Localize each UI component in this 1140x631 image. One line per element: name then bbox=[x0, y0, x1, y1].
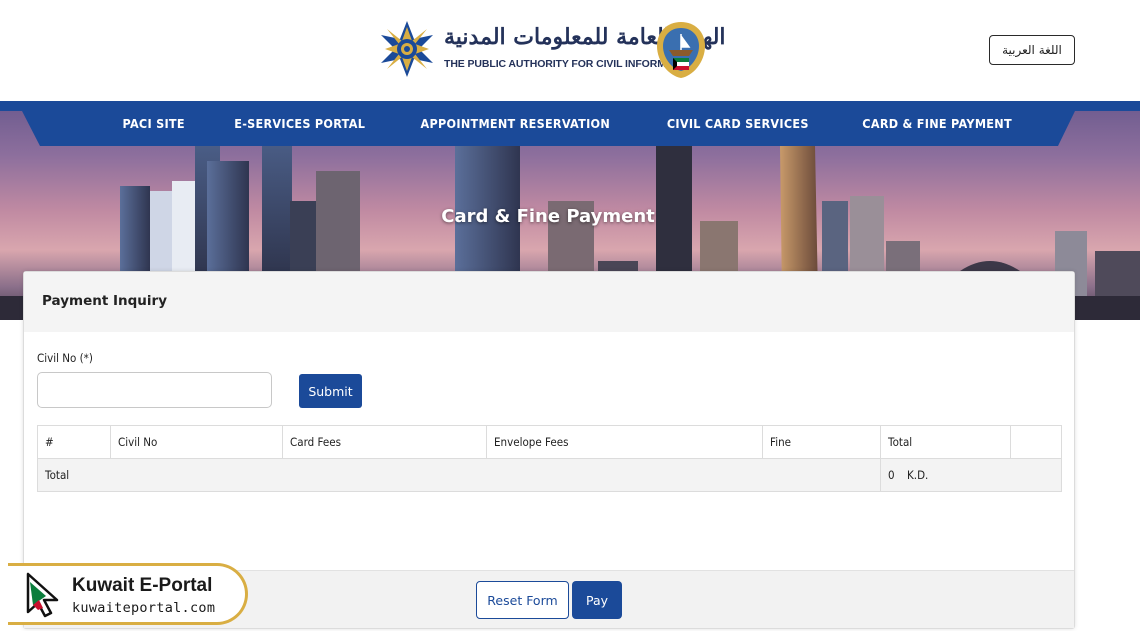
arabic-language-button[interactable]: اللغة العربية bbox=[989, 35, 1075, 65]
total-currency: K.D. bbox=[907, 468, 929, 482]
cursor-logo-icon bbox=[26, 572, 59, 618]
nav-item-card-fine-payment[interactable]: CARD & FINE PAYMENT bbox=[846, 116, 1030, 131]
page: الهيئة العامة للمعلومات المدنية THE PUBL… bbox=[0, 0, 1140, 631]
table-header-row: # Civil No Card Fees Envelope Fees Fine … bbox=[37, 425, 1062, 459]
column-header-civil-no: Civil No bbox=[109, 425, 283, 459]
reset-form-button[interactable]: Reset Form bbox=[476, 581, 569, 619]
main-navigation: PACI SITE E-SERVICES PORTAL APPOINTMENT … bbox=[0, 101, 1140, 146]
civil-no-input[interactable] bbox=[37, 372, 272, 408]
card-title: Payment Inquiry bbox=[42, 293, 168, 309]
total-amount: 0 bbox=[888, 468, 895, 482]
watermark-url: kuwaiteportal.com bbox=[72, 600, 216, 616]
paci-logo[interactable]: الهيئة العامة للمعلومات المدنية THE PUBL… bbox=[378, 18, 726, 80]
pay-button[interactable]: Pay bbox=[572, 581, 622, 619]
column-header-index: # bbox=[37, 425, 111, 459]
column-header-card-fees: Card Fees bbox=[281, 425, 487, 459]
kuwait-e-portal-watermark: Kuwait E-Portal kuwaiteportal.com bbox=[8, 563, 248, 625]
column-header-envelope-fees: Envelope Fees bbox=[485, 425, 764, 459]
site-header: الهيئة العامة للمعلومات المدنية THE PUBL… bbox=[0, 0, 1140, 101]
nav-item-e-services-portal[interactable]: E-SERVICES PORTAL bbox=[217, 116, 382, 131]
payment-results-table: # Civil No Card Fees Envelope Fees Fine … bbox=[36, 425, 1062, 492]
column-header-fine: Fine bbox=[762, 425, 882, 459]
kuwait-emblem-icon bbox=[657, 22, 705, 78]
table-total-row: Total 0 K.D. bbox=[36, 458, 1062, 492]
total-label-cell: Total bbox=[36, 458, 882, 492]
nav-item-appointment-reservation[interactable]: APPOINTMENT RESERVATION bbox=[404, 116, 628, 131]
banner-title: Card & Fine Payment bbox=[441, 206, 655, 227]
civil-no-label: Civil No (*) bbox=[37, 351, 93, 365]
column-header-total: Total bbox=[880, 425, 1012, 459]
star-emblem-icon bbox=[381, 21, 433, 77]
watermark-title: Kuwait E-Portal bbox=[72, 575, 213, 596]
card-header: Payment Inquiry bbox=[24, 272, 1074, 332]
column-header-action bbox=[1010, 425, 1062, 459]
total-amount-cell: 0 K.D. bbox=[880, 458, 1062, 492]
submit-button[interactable]: Submit bbox=[299, 374, 362, 408]
nav-item-paci-site[interactable]: PACI SITE bbox=[106, 116, 203, 131]
nav-item-civil-card-services[interactable]: CIVIL CARD SERVICES bbox=[650, 116, 826, 131]
